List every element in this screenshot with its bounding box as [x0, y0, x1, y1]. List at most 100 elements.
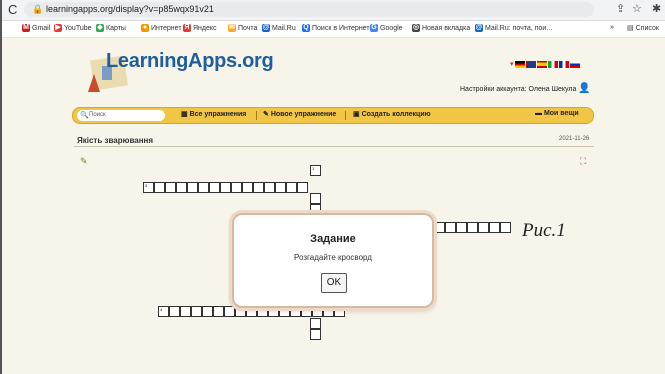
bookmark-label: Google — [380, 24, 403, 32]
crossword-cell[interactable] — [224, 306, 235, 317]
bookmark-label: Mail.Ru: почта, пои... — [485, 24, 553, 32]
bookmark-item[interactable]: @ Mail.Ru — [262, 24, 296, 32]
bookmark-item[interactable]: ✉ Почта — [228, 24, 257, 32]
flag-ru-icon[interactable] — [569, 60, 580, 68]
crossword-cell[interactable] — [489, 222, 500, 233]
crossword-cell[interactable] — [456, 222, 467, 233]
share-icon[interactable]: ⇪ — [616, 2, 625, 15]
reading-list[interactable]: ▤ Список — [627, 24, 659, 33]
newtab-icon: ◎ — [412, 24, 420, 32]
crossword-cell[interactable] — [209, 182, 220, 193]
bookmark-label: Mail.Ru — [272, 24, 296, 32]
url-text: learningapps.org/display?v=p85wqx91v21 — [46, 4, 214, 14]
page-title: Якість зварювання — [77, 136, 154, 145]
crossword-cell[interactable] — [242, 182, 253, 193]
date-label: 2021-11-26 — [559, 136, 590, 142]
learningapps-page: LearningApps.org ▾ Настройки аккаунта: О… — [2, 38, 665, 374]
flag-en-icon[interactable] — [525, 60, 536, 68]
bookmark-item[interactable]: ◎ Новая вкладка — [412, 24, 470, 32]
flag-fr-icon[interactable] — [558, 60, 569, 68]
mailru-icon: @ — [475, 24, 483, 32]
bookmark-label: YouTube — [64, 24, 92, 32]
crossword-cell[interactable] — [275, 182, 286, 193]
google-icon: G — [370, 24, 378, 32]
fullscreen-icon[interactable]: ⛶ — [580, 156, 586, 167]
flag-es-icon[interactable] — [536, 60, 547, 68]
star-icon[interactable]: ☆ — [632, 2, 642, 15]
crossword-cell[interactable] — [467, 222, 478, 233]
crossword-cell[interactable] — [198, 182, 209, 193]
bookmark-label: Карты — [106, 24, 126, 32]
bookmark-item[interactable]: ▶ YouTube — [54, 24, 92, 32]
bookmark-label: Яндекс — [193, 24, 217, 32]
account-settings-link[interactable]: Настройки аккаунта: Олена Шекула — [460, 86, 576, 93]
bookmark-item[interactable]: ◆ Карты — [96, 24, 126, 32]
crossword-cell[interactable] — [202, 306, 213, 317]
chevron-down-icon[interactable]: ▾ — [510, 60, 514, 68]
crossword-cell[interactable]: 1 — [310, 165, 321, 176]
nav-create-collection[interactable]: ▣ Создать коллекцию — [353, 110, 431, 118]
crossword-cell[interactable] — [286, 182, 297, 193]
yandex-icon: Я — [183, 24, 191, 32]
folder-icon: ▬ — [535, 110, 542, 117]
crossword-cell[interactable]: 3 — [143, 182, 154, 193]
ok-button[interactable]: OK — [321, 273, 347, 293]
crossword-cell[interactable] — [176, 182, 187, 193]
site-logo[interactable]: LearningApps.org — [106, 50, 274, 73]
bookmark-item[interactable]: G Google — [370, 24, 403, 32]
crossword-cell[interactable] — [187, 182, 198, 193]
crossword-cell[interactable] — [297, 182, 308, 193]
address-bar[interactable]: 🔒 learningapps.org/display?v=p85wqx91v21 — [24, 2, 594, 17]
crossword-cell[interactable] — [213, 306, 224, 317]
reading-list-label: Список — [635, 24, 659, 32]
edit-icon[interactable]: ✎ — [80, 156, 88, 167]
bookmark-label: Новая вкладка — [422, 24, 471, 32]
language-flags[interactable]: ▾ — [510, 60, 580, 68]
flag-it-icon[interactable] — [547, 60, 558, 68]
internet-icon: ● — [141, 24, 149, 32]
crossword-cell[interactable] — [310, 193, 321, 204]
crossword-cell[interactable] — [154, 182, 165, 193]
nav-my-things[interactable]: ▬ Мои вещи — [535, 110, 579, 117]
reload-icon[interactable]: C — [8, 2, 17, 17]
bookmark-label: Почта — [238, 24, 258, 32]
nav-new-exercise[interactable]: ✎ Новое упражнение — [263, 110, 336, 118]
crossword-cell[interactable] — [500, 222, 511, 233]
search-icon: 🔍 — [80, 112, 89, 119]
bookmark-item[interactable]: Q Поиск в Интернете — [302, 24, 373, 32]
crossword-cell[interactable] — [264, 182, 275, 193]
divider — [74, 146, 594, 147]
crossword-cell[interactable] — [434, 222, 445, 233]
clue-number: 4 — [160, 307, 163, 312]
search-placeholder: Поиск — [89, 112, 106, 118]
crossword-cell[interactable] — [169, 306, 180, 317]
bookmark-item[interactable]: ● Интернет — [141, 24, 182, 32]
crossword-cell[interactable] — [191, 306, 202, 317]
bookmarks-overflow[interactable]: » — [610, 24, 614, 31]
bookmark-label: Gmail — [32, 24, 51, 32]
bookmark-item[interactable]: @ Mail.Ru: почта, пои... — [475, 24, 552, 32]
user-icon[interactable]: 👤 — [578, 83, 590, 94]
dialog-title: Задание — [310, 233, 356, 245]
extensions-icon[interactable]: ✱ — [652, 2, 661, 15]
crossword-cell[interactable] — [231, 182, 242, 193]
mail-icon: ✉ — [228, 24, 236, 32]
nav-divider — [345, 111, 346, 120]
crossword-cell[interactable] — [445, 222, 456, 233]
crossword-cell[interactable]: 4 — [158, 306, 169, 317]
crossword-cell[interactable] — [310, 329, 321, 340]
bookmark-item[interactable]: Я Яндекс — [183, 24, 217, 32]
flag-de-icon[interactable] — [514, 60, 525, 68]
crossword-cell[interactable] — [180, 306, 191, 317]
crossword-cell[interactable] — [165, 182, 176, 193]
lock-icon: 🔒 — [32, 4, 44, 14]
crossword-cell[interactable] — [220, 182, 231, 193]
nav-all-exercises[interactable]: ▦ Все упражнения — [181, 110, 246, 118]
screenshot-frame: C 🔒 learningapps.org/display?v=p85wqx91v… — [0, 0, 665, 374]
crossword-cell[interactable] — [253, 182, 264, 193]
crossword-cell[interactable] — [310, 318, 321, 329]
grid-icon: ▦ — [181, 111, 188, 118]
bookmark-item[interactable]: M Gmail — [22, 24, 50, 32]
search-input[interactable]: 🔍 Поиск — [77, 110, 165, 121]
crossword-cell[interactable] — [478, 222, 489, 233]
